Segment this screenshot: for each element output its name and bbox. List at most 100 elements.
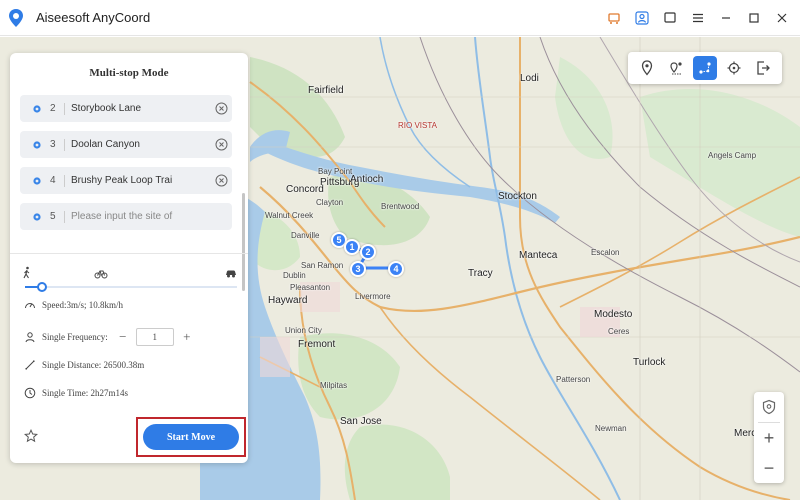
gear-icon[interactable] [32, 104, 42, 114]
map-label-angels-camp: Angels Camp [708, 151, 757, 160]
map-label-lodi: Lodi [520, 73, 539, 84]
repeat-user-icon [25, 332, 35, 343]
multi-stop-mode-button[interactable] [692, 56, 717, 80]
map-label-patterson: Patterson [556, 375, 591, 384]
frequency-increase-button[interactable]: + [180, 329, 194, 345]
map-label-hayward: Hayward [268, 295, 308, 306]
frequency-input[interactable]: 1 [135, 328, 174, 346]
cart-button[interactable] [602, 6, 626, 30]
map-label-ceres: Ceres [608, 327, 630, 336]
stop-separator [64, 210, 65, 223]
speed-slider-track[interactable] [25, 286, 237, 288]
distance-row: Single Distance: 26500.38m [24, 359, 144, 371]
joystick-mode-button[interactable] [722, 56, 746, 80]
gear-icon[interactable] [32, 140, 42, 150]
gear-icon[interactable] [32, 212, 42, 222]
multi-stop-icon [699, 62, 711, 74]
stop-index: 3 [50, 139, 56, 150]
map-label-modesto: Modesto [594, 309, 633, 320]
remove-stop-icon[interactable] [215, 174, 228, 187]
stop-input-placeholder[interactable]: Please input the site of [71, 211, 232, 222]
map-label-san-jose: San Jose [340, 416, 382, 427]
stop-item[interactable]: 4 Brushy Peak Loop Trai [20, 167, 232, 194]
one-stop-icon [670, 62, 682, 75]
distance-text: Single Distance: 26500.38m [42, 360, 145, 370]
map-label-rio-vista: RIO VISTA [398, 121, 437, 130]
speed-row: Speed:3m/s; 10.8km/h [24, 299, 123, 311]
map-label-fairfield: Fairfield [308, 85, 344, 96]
time-text: Single Time: 2h27m14s [42, 388, 129, 398]
star-icon[interactable] [24, 429, 38, 443]
map-label-antioch: Antioch [350, 174, 384, 185]
gear-icon[interactable] [32, 176, 42, 186]
window-controls [602, 0, 794, 36]
stop-input[interactable]: 5 Please input the site of [20, 203, 232, 230]
start-move-button[interactable]: Start Move [143, 424, 239, 450]
location-pin-icon [9, 8, 23, 27]
remove-stop-icon[interactable] [215, 102, 228, 115]
exit-mode-button[interactable] [751, 56, 775, 80]
map-label-bay-point: Bay Point [318, 167, 353, 176]
map-label-newman: Newman [595, 424, 627, 433]
panel-divider [10, 253, 248, 254]
speedometer-icon [25, 303, 35, 309]
map-label-pleasanton: Pleasanton [290, 283, 331, 292]
one-stop-mode-button[interactable] [664, 56, 688, 80]
minimize-icon [722, 17, 730, 19]
multi-stop-panel: Multi-stop Mode 2 Storybook Lane 3 Doola… [10, 53, 248, 463]
message-icon [664, 12, 676, 23]
map-mode-toolbar [628, 52, 782, 84]
stop-index: 4 [50, 175, 56, 186]
maximize-button[interactable] [742, 6, 766, 30]
map-label-fremont: Fremont [298, 339, 336, 350]
maximize-icon [749, 13, 759, 23]
zoom-in-button[interactable]: + [754, 423, 784, 453]
driving-icon[interactable] [224, 266, 238, 280]
distance-icon [25, 360, 35, 370]
frequency-label: Single Frequency: [42, 332, 108, 342]
stop-label: Brushy Peak Loop Trai [71, 175, 173, 186]
stop-item[interactable]: 2 Storybook Lane [20, 95, 232, 122]
map-label-tracy: Tracy [468, 268, 493, 279]
stop-separator [64, 138, 65, 151]
remove-stop-icon[interactable] [215, 138, 228, 151]
zoom-controls: + − [754, 392, 784, 483]
map-label-walnut-creek: Walnut Creek [265, 211, 314, 220]
walking-icon[interactable] [20, 266, 34, 280]
stop-index: 2 [50, 103, 56, 114]
teleport-pin-icon [641, 60, 652, 76]
locate-me-button[interactable] [754, 392, 784, 422]
map-label-san-ramon: San Ramon [301, 261, 344, 270]
user-icon [635, 11, 649, 25]
stop-separator [64, 102, 65, 115]
speed-slider-thumb[interactable] [36, 282, 47, 292]
title-bar: Aiseesoft AnyCoord [0, 0, 800, 36]
map-label-livermore: Livermore [355, 292, 391, 301]
feedback-button[interactable] [658, 6, 682, 30]
map-label-clayton: Clayton [316, 198, 344, 207]
route-pin-3[interactable]: 3 [350, 261, 366, 277]
route-pin-4[interactable]: 4 [388, 261, 404, 277]
stop-item[interactable]: 3 Doolan Canyon [20, 131, 232, 158]
route-pin-2[interactable]: 2 [360, 244, 376, 260]
minimize-button[interactable] [714, 6, 738, 30]
map-label-brentwood: Brentwood [381, 202, 420, 211]
route-pin-1[interactable]: 1 [344, 239, 360, 255]
cart-icon [608, 13, 620, 24]
teleport-mode-button[interactable] [635, 56, 659, 80]
frequency-decrease-button[interactable]: − [116, 329, 130, 345]
map-label-manteca: Manteca [519, 250, 558, 261]
menu-button[interactable] [686, 6, 710, 30]
stop-label: Doolan Canyon [71, 139, 140, 150]
zoom-out-button[interactable]: − [754, 453, 784, 483]
map-label-turlock: Turlock [633, 357, 666, 368]
cycling-icon[interactable] [94, 266, 108, 280]
clock-icon [24, 387, 36, 399]
panel-scrollbar[interactable] [242, 193, 245, 291]
close-icon [777, 13, 787, 23]
hamburger-icon [693, 13, 703, 23]
close-button[interactable] [770, 6, 794, 30]
account-button[interactable] [630, 6, 654, 30]
joystick-icon [727, 61, 741, 75]
map-label-stockton: Stockton [498, 191, 537, 202]
